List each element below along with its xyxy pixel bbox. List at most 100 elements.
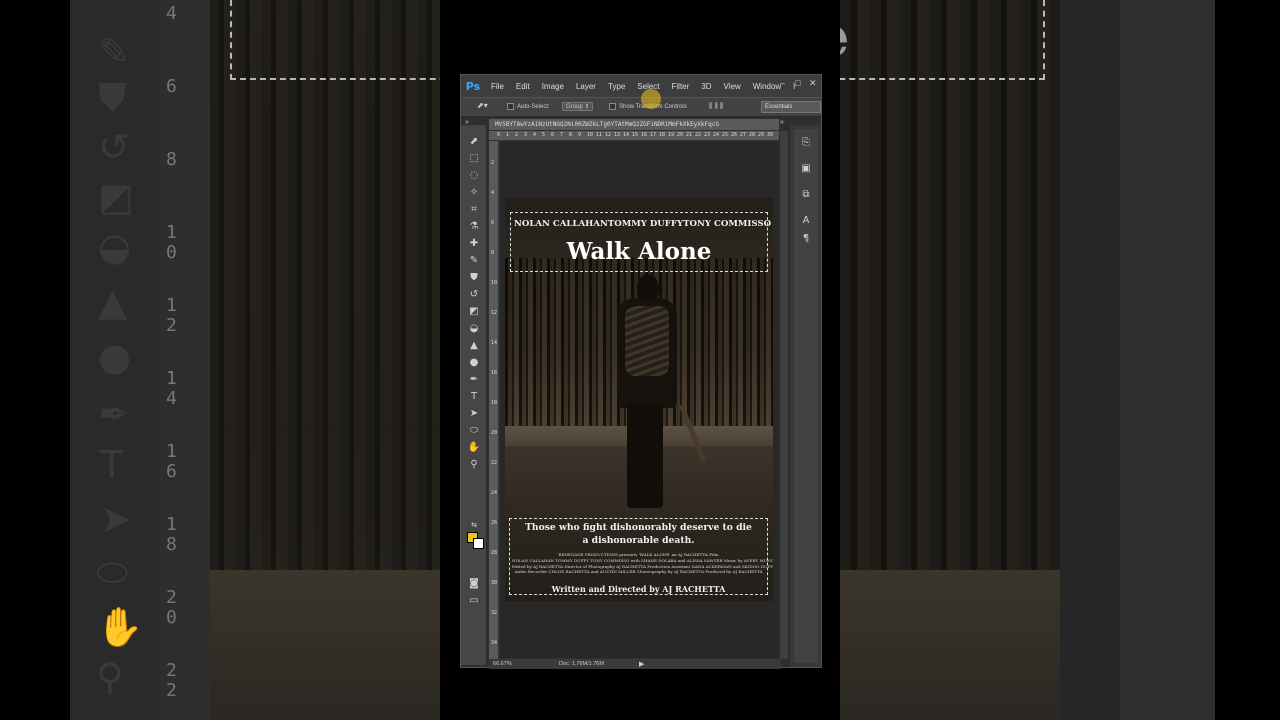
- bg-stamp-icon: ⛊: [98, 75, 127, 119]
- bg-blur-icon: ▲: [98, 280, 128, 324]
- ruler-tick-label: 0: [497, 132, 501, 138]
- quick-select-tool-icon[interactable]: ✧: [467, 186, 481, 200]
- ruler-tick-label: 27: [740, 132, 747, 138]
- menu-3d[interactable]: 3D: [695, 82, 717, 91]
- zoom-level[interactable]: 66.67%: [493, 661, 512, 667]
- type-tool-icon[interactable]: T: [467, 390, 481, 404]
- ruler-tick-label: 14: [491, 340, 498, 346]
- quick-mask-icon[interactable]: ◙: [467, 577, 481, 591]
- ruler-tick-label: 12: [605, 132, 612, 138]
- bg-ruler: 4 6 8 1 0 1 2 1 4 1 6 1 8 2 0 2 2: [160, 0, 210, 720]
- ruler-vertical[interactable]: 2 4 6 8 10 12 14 16 18 20 22 24 26 28 30 32 34: [489, 141, 499, 659]
- vertical-scrollbar[interactable]: [779, 131, 788, 659]
- background-color-swatch[interactable]: [473, 538, 484, 549]
- clone-stamp-tool-icon[interactable]: ⛊: [467, 271, 481, 285]
- bg-ruler-number: 4: [166, 3, 177, 24]
- mouse-cursor-highlight: [641, 89, 661, 109]
- bg-ruler-number: 6: [166, 76, 177, 97]
- close-icon[interactable]: ✕: [809, 78, 817, 89]
- lasso-tool-icon[interactable]: ◌: [467, 169, 481, 183]
- ps-logo: Ps: [465, 79, 481, 93]
- auto-select-dropdown[interactable]: Group ⇕: [562, 102, 594, 111]
- ruler-tick-label: 4: [491, 190, 495, 196]
- ruler-tick-label: 10: [491, 280, 498, 286]
- screen-mode-icon[interactable]: ▭: [467, 594, 481, 608]
- crop-tool-icon[interactable]: ⌗: [467, 203, 481, 217]
- zoom-tool-icon[interactable]: ⚲: [467, 458, 481, 472]
- auto-select-checkbox[interactable]: [507, 103, 514, 110]
- paragraph-panel-icon[interactable]: ¶: [794, 233, 818, 244]
- history-panel-icon[interactable]: ⎘: [794, 137, 818, 148]
- ruler-tick-label: 2: [515, 132, 519, 138]
- path-select-tool-icon[interactable]: ➤: [467, 407, 481, 421]
- bg-ruler-number: 8: [166, 149, 177, 170]
- bg-history-icon: ↺: [98, 125, 130, 169]
- ruler-tick-label: 25: [722, 132, 729, 138]
- ruler-tick-label: 26: [491, 520, 498, 526]
- poster-canvas[interactable]: NOLAN CALLAHAN TOMMY DUFFY TONY COMMISSO…: [505, 198, 773, 601]
- character-panel-icon[interactable]: A: [794, 215, 818, 226]
- bg-hand-icon: ✋: [96, 605, 144, 649]
- cast-name: TOMMY DUFFY: [607, 219, 684, 229]
- ruler-tick-label: 22: [491, 460, 498, 466]
- healing-brush-tool-icon[interactable]: ✚: [467, 237, 481, 251]
- history-brush-tool-icon[interactable]: ↺: [467, 288, 481, 302]
- ruler-tick-label: 32: [491, 610, 498, 616]
- figure-scarf: [625, 306, 669, 376]
- top-text-layer[interactable]: NOLAN CALLAHAN TOMMY DUFFY TONY COMMISSO…: [510, 212, 771, 272]
- eraser-tool-icon[interactable]: ◩: [467, 305, 481, 319]
- brush-tool-icon[interactable]: ✎: [467, 254, 481, 268]
- menu-image[interactable]: Image: [536, 82, 570, 91]
- swap-colors-icon[interactable]: ⇆: [467, 518, 481, 532]
- status-bar: 66.67% Doc: 1.76M/1.76M ▶: [489, 659, 781, 669]
- ruler-tick-label: 21: [686, 132, 693, 138]
- workspace-selector[interactable]: Essentials: [761, 101, 821, 113]
- bottom-text-layer[interactable]: Those who fight dishonorably deserve to …: [509, 518, 773, 595]
- bg-left-road: [210, 570, 440, 720]
- toolbox-collapse-icon[interactable]: »: [465, 119, 469, 126]
- bg-ruler-number: 1 8: [166, 514, 177, 555]
- clone-source-panel-icon[interactable]: ⧉: [794, 189, 818, 200]
- pen-tool-icon[interactable]: ✒: [467, 373, 481, 387]
- ruler-tick-label: 17: [650, 132, 657, 138]
- menu-type[interactable]: Type: [602, 82, 631, 91]
- minimize-icon[interactable]: –: [780, 78, 785, 88]
- credit-line: NOLAN CALLAHAN TOMMY DUFFY TONY COMMISSO…: [512, 557, 773, 563]
- menu-layer[interactable]: Layer: [570, 82, 602, 91]
- menu-edit[interactable]: Edit: [510, 82, 536, 91]
- transform-controls-checkbox[interactable]: [609, 103, 616, 110]
- move-tool-icon[interactable]: ⬈: [467, 135, 481, 149]
- eyedropper-tool-icon[interactable]: ⚗: [467, 220, 481, 234]
- ruler-tick-label: 22: [695, 132, 702, 138]
- auto-select-option[interactable]: Auto-Select:: [507, 103, 550, 110]
- bg-brush-icon: ✎: [98, 30, 130, 74]
- menu-file[interactable]: File: [485, 82, 510, 91]
- document-tab[interactable]: MV5BYTAwYzA1NzUtNGQ2Ni00ZWZkLTg0YTAtMmQ2…: [489, 119, 779, 130]
- tagline-line-1: Those who fight dishonorably deserve to …: [525, 522, 752, 533]
- hand-tool-icon[interactable]: ✋: [467, 441, 481, 455]
- blur-tool-icon[interactable]: ▲: [467, 339, 481, 353]
- ruler-tick-label: 4: [533, 132, 537, 138]
- move-tool-preset-icon[interactable]: ⬈▾: [477, 101, 488, 110]
- properties-panel-icon[interactable]: ▣: [794, 163, 818, 174]
- bg-type-icon: T: [100, 443, 124, 487]
- marquee-tool-icon[interactable]: ⬚: [467, 152, 481, 166]
- bg-black-left: [0, 0, 70, 720]
- maximize-icon[interactable]: □: [795, 78, 800, 88]
- align-icons[interactable]: ⫼ ⫼ ⫼: [709, 102, 723, 111]
- ruler-tick-label: 30: [767, 132, 774, 138]
- dodge-tool-icon[interactable]: ●: [467, 356, 481, 370]
- ruler-tick-label: 6: [551, 132, 555, 138]
- auto-select-value: Group: [566, 104, 583, 110]
- ruler-tick-label: 10: [587, 132, 594, 138]
- status-menu-arrow-icon[interactable]: ▶: [639, 660, 644, 668]
- ruler-tick-label: 6: [491, 220, 495, 226]
- menu-filter[interactable]: Filter: [666, 82, 696, 91]
- panel-expand-icon[interactable]: »: [780, 119, 784, 126]
- ruler-tick-label: 5: [542, 132, 546, 138]
- ruler-tick-label: 18: [491, 400, 498, 406]
- menu-view[interactable]: View: [718, 82, 747, 91]
- paint-bucket-tool-icon[interactable]: ◒: [467, 322, 481, 336]
- ellipse-tool-icon[interactable]: ⬭: [467, 424, 481, 438]
- ruler-horizontal[interactable]: 0 1 2 3 4 5 6 7 8 9 10 11 12 13 14 15 16 17 18 19 20 21 22 23 24…: [489, 131, 781, 141]
